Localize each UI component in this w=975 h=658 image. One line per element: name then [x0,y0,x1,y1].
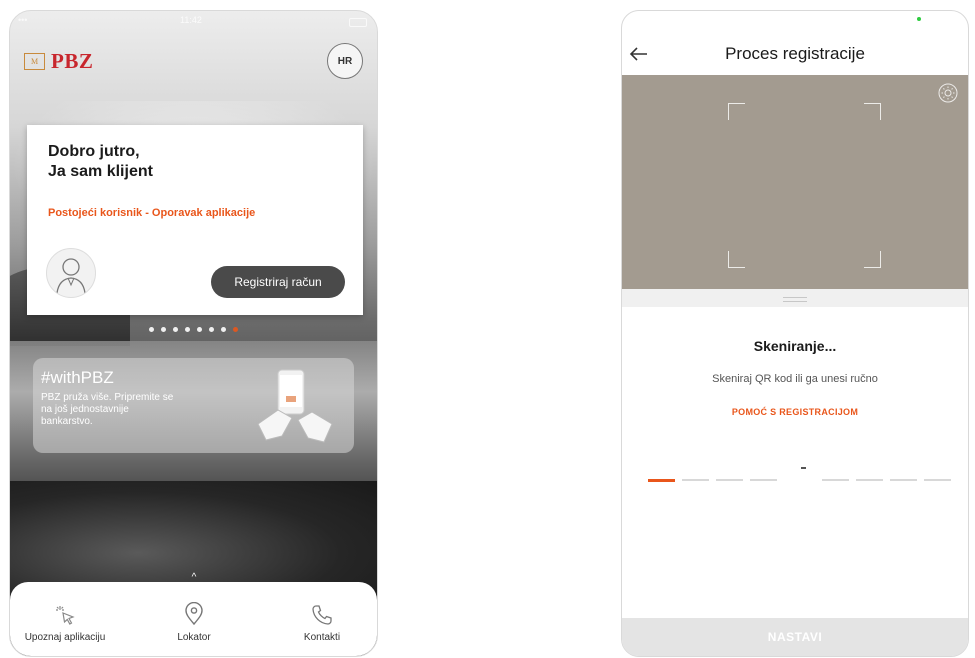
carousel-dot[interactable] [161,327,166,332]
user-avatar-icon [56,258,86,294]
carousel-dot[interactable] [185,327,190,332]
code-slot[interactable] [682,479,709,481]
scan-frame-corner [864,103,881,120]
registration-help-link[interactable]: POMOĆ S REGISTRACIJOM [622,407,968,417]
phone-hands-illustration-icon [257,369,333,443]
scan-status-title: Skeniranje... [753,338,837,354]
continue-button[interactable]: NASTAVI [622,618,968,656]
logo-mark-icon: M [24,53,45,70]
scan-frame-corner [728,103,745,120]
manual-code-input[interactable] [648,467,951,483]
carousel-dot[interactable] [209,327,214,332]
code-slot[interactable] [648,479,675,482]
registration-screen: Proces registracije Skeniranje... Skenir… [621,10,969,657]
greeting-line-1: Dobro jutro, [48,143,140,160]
nav-label: Kontakti [303,632,341,643]
register-account-button[interactable]: Registriraj račun [211,266,345,298]
location-pin-icon [185,602,203,626]
code-slot[interactable] [822,479,849,481]
scan-instructions: Skeniraj QR kod ili ga unesi ručno [712,373,878,385]
code-separator [801,467,806,469]
camera-active-indicator [917,17,921,21]
avatar [46,248,96,298]
nav-label: Lokator [177,632,211,643]
pbz-logo: M PBZ [24,49,93,74]
welcome-greeting: Dobro jutro, Ja sam klijent [48,142,153,182]
promo-card[interactable]: #withPBZ PBZ pruža više. Pripremite se n… [33,358,354,453]
nav-item-kontakti[interactable]: Kontakti [267,600,377,643]
logo-text: PBZ [51,49,94,73]
phone-icon [312,605,332,625]
nav-item-upoznaj-aplikaciju[interactable]: Upoznaj aplikaciju [10,600,120,643]
page-title: Proces registracije [725,44,865,63]
code-slot[interactable] [856,479,883,481]
qr-camera-viewfinder [622,75,968,289]
carousel-dot[interactable] [233,327,238,332]
carousel-dot[interactable] [173,327,178,332]
grip-icon [783,297,807,302]
signal-icon: ••• [18,15,28,25]
promo-hashtag: #withPBZ [41,368,114,387]
language-button[interactable]: HR [327,43,363,79]
chevron-up-icon[interactable]: ^ [188,572,200,583]
existing-user-recovery-link[interactable]: Postojeći korisnik - Oporavak aplikacije [48,207,255,219]
bottom-navigation: ^ Upoznaj aplikaciju Lokator Kontakti [10,572,377,656]
code-slot[interactable] [750,479,777,481]
welcome-card: Dobro jutro, Ja sam klijent Postojeći ko… [27,125,363,315]
carousel-dot[interactable] [149,327,154,332]
battery-icon [349,18,367,27]
carousel-dot[interactable] [197,327,202,332]
greeting-line-2: Ja sam klijent [48,163,153,180]
promo-text: PBZ pruža više. Pripremite se na još jed… [41,392,174,427]
code-slot[interactable] [890,479,917,481]
sheet-drag-handle[interactable] [622,289,968,307]
app-home-screen: ••• 11:42 M PBZ HR Dobro jutro, Ja sam k… [9,10,378,657]
code-slot[interactable] [924,479,951,481]
scan-frame-corner [864,251,881,268]
status-time: 11:42 [180,15,202,25]
nav-label: Upoznaj aplikaciju [24,632,106,643]
sparkle-cursor-icon [56,606,75,625]
scan-frame-corner [728,251,745,268]
code-slot[interactable] [716,479,743,481]
carousel-dot[interactable] [221,327,226,332]
flash-toggle-icon[interactable] [938,83,958,103]
carousel-indicator [10,327,377,332]
nav-item-lokator[interactable]: Lokator [139,600,249,643]
status-bar: ••• 11:42 [10,15,377,29]
